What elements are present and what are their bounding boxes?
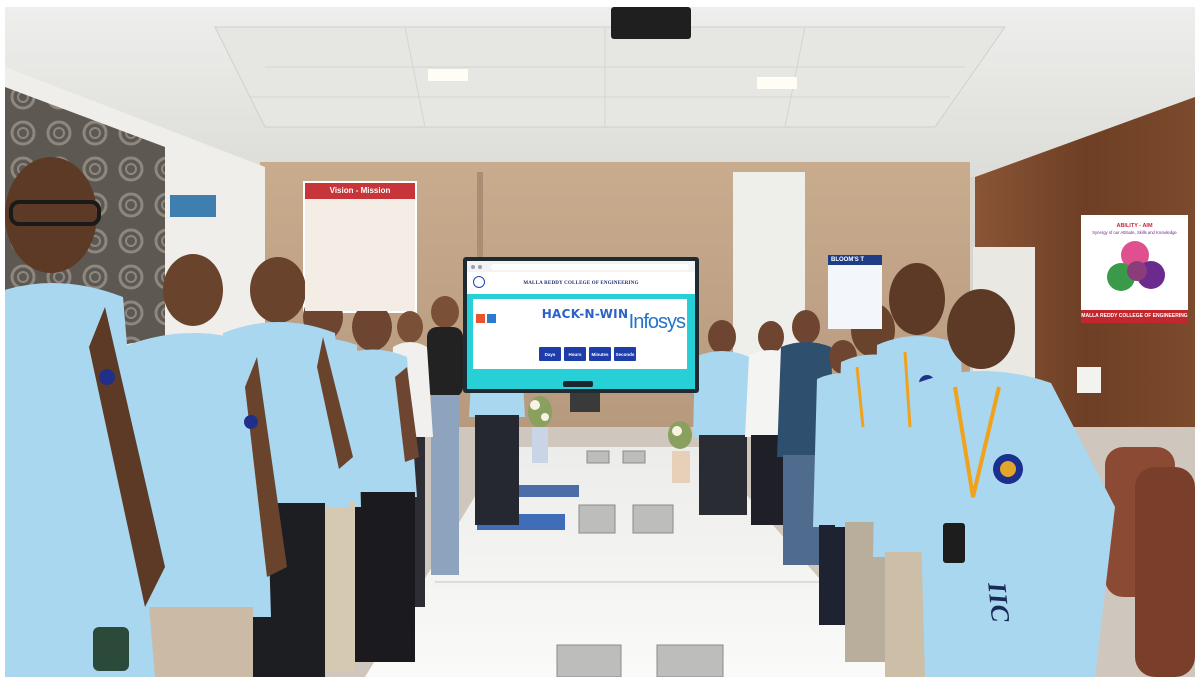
timer-hours: Hours <box>564 347 586 361</box>
event-banner: HACK-N-WIN Infosys Days Hours Minutes Se… <box>473 299 687 369</box>
window-dot-icon <box>478 264 482 269</box>
ceiling-recess <box>214 26 1006 128</box>
address-bar <box>491 263 689 270</box>
ceiling-light <box>428 69 468 81</box>
display-screen: MALLA REDDY COLLEGE OF ENGINEERING HACK-… <box>463 257 699 393</box>
shirt-print: IIC <box>982 581 1016 625</box>
ability-aim-poster: ABILITY - AIM Synergy of our Attitude, S… <box>1081 215 1188 323</box>
tv-stand <box>570 392 600 412</box>
site-header: MALLA REDDY COLLEGE OF ENGINEERING <box>467 272 695 294</box>
browser-bar <box>467 261 695 272</box>
group-photo: Vision - Mission BLOOM'S T ABILITY - AIM… <box>5 7 1195 677</box>
ceiling-light <box>757 77 797 89</box>
countdown-timer: Days Hours Minutes Seconds <box>539 347 636 361</box>
vision-mission-poster: Vision - Mission <box>305 183 415 311</box>
hackathon-title: HACK-N-WIN <box>541 307 629 321</box>
booklet <box>513 485 579 497</box>
timer-seconds: Seconds <box>614 347 636 361</box>
poster-title: BLOOM'S T <box>828 255 882 265</box>
screen-content: MALLA REDDY COLLEGE OF ENGINEERING HACK-… <box>467 261 695 389</box>
window-dot-icon <box>471 264 475 269</box>
college-name: MALLA REDDY COLLEGE OF ENGINEERING <box>523 280 639 286</box>
poster-title: Vision - Mission <box>305 183 415 199</box>
venn-diagram <box>1107 241 1165 291</box>
poster-footer: MALLA REDDY COLLEGE OF ENGINEERING <box>1081 310 1188 323</box>
projector <box>611 7 691 39</box>
timer-minutes: Minutes <box>589 347 611 361</box>
logo-square-icon <box>487 313 496 323</box>
blooms-taxonomy-poster: BLOOM'S T <box>828 255 882 329</box>
college-logo-icon <box>473 276 485 288</box>
logo-square-icon <box>476 313 485 323</box>
partner-logo <box>476 309 532 327</box>
timer-days: Days <box>539 347 561 361</box>
taskbar <box>563 381 593 387</box>
sponsor-logo: Infosys <box>628 311 686 333</box>
